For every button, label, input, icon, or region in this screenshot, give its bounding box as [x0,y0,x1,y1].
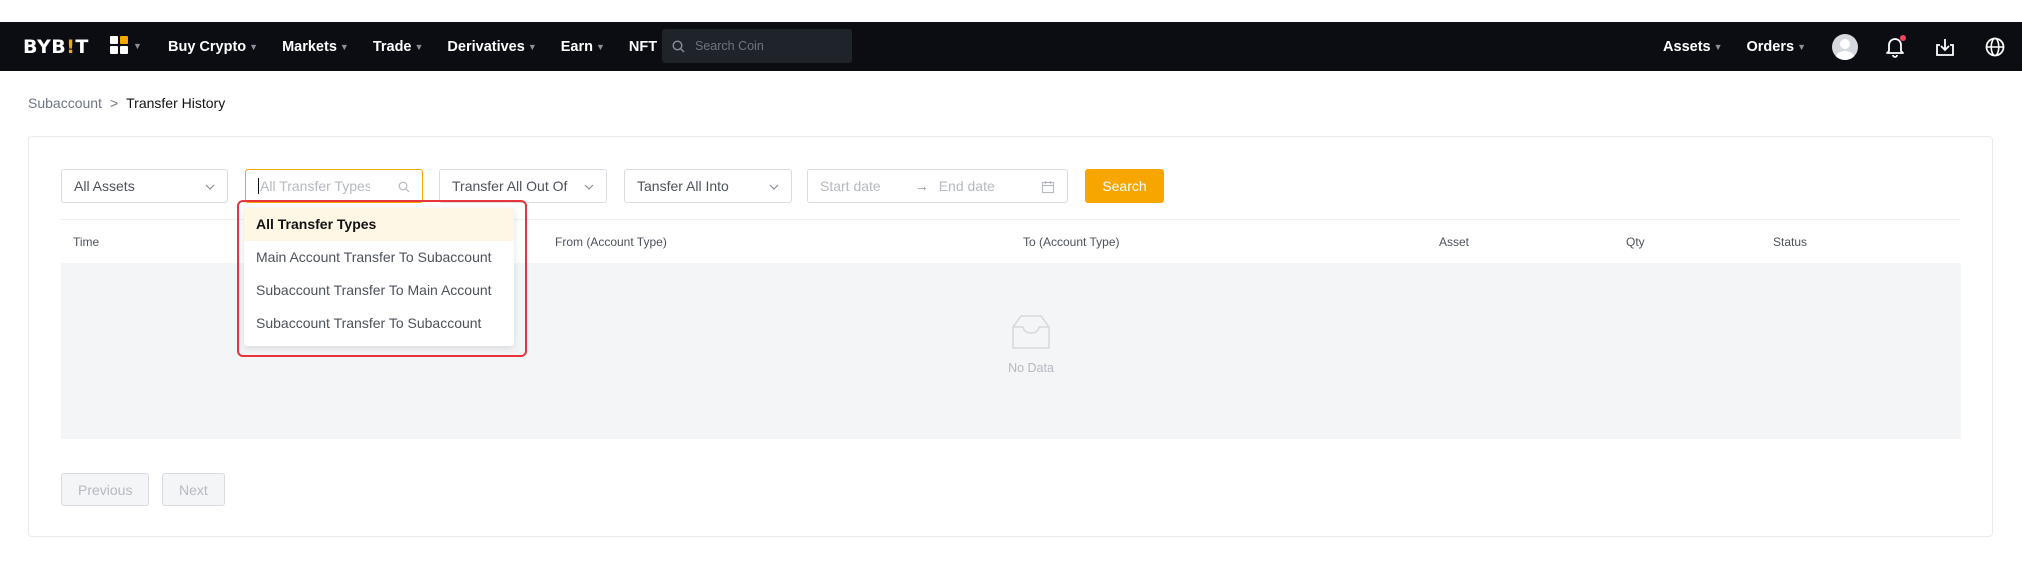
right-nav: Assets ▼ Orders ▼ [1663,22,2022,71]
transfer-out-of-select[interactable]: Transfer All Out Of [439,169,607,203]
previous-page-button[interactable]: Previous [61,473,150,506]
nav-label: Derivatives [447,38,525,55]
caret-down-icon: ▼ [249,41,259,52]
coin-search-input[interactable] [695,39,835,53]
nav-label: Buy Crypto [168,38,247,55]
download-icon [1936,38,1954,56]
next-page-button[interactable]: Next [162,473,225,506]
nav-label: Markets [282,38,337,55]
avatar-icon [1832,33,1858,60]
nav-orders[interactable]: Orders ▼ [1747,39,1806,55]
search-button[interactable]: Search [1085,169,1164,203]
nav-label: NFT [628,38,658,55]
transfer-into-value: Tansfer All Into [637,178,729,194]
notification-badge [1900,34,1906,41]
nav-derivatives[interactable]: Derivatives ▼ [447,39,536,55]
bybit-logo[interactable]: BYB! T [23,22,89,71]
dropdown-option-main-to-subaccount[interactable]: Main Account Transfer To Subaccount [244,241,514,274]
breadcrumb-current: Transfer History [126,95,226,111]
nav-nft[interactable]: NFT [629,39,657,55]
nav-label: Earn [560,38,593,55]
transfer-type-select[interactable] [245,169,423,203]
transfer-type-dropdown: All Transfer Types Main Account Transfer… [244,208,514,346]
nav-assets[interactable]: Assets ▼ [1663,39,1722,55]
account-button[interactable] [1830,32,1860,62]
caret-down-icon: ▼ [339,41,349,52]
dropdown-option-subaccount-to-main[interactable]: Subaccount Transfer To Main Account [244,274,514,307]
breadcrumb: Subaccount > Transfer History [28,95,225,111]
start-date-input[interactable]: Start date [820,178,881,194]
coin-search-box[interactable] [662,29,852,63]
caret-down-icon: ▼ [133,40,142,51]
chevron-down-icon [584,184,594,190]
nav-trade[interactable]: Trade ▼ [373,39,424,55]
caret-down-icon: ▼ [595,41,605,52]
asset-select-value: All Assets [74,178,135,194]
dropdown-option-all-transfer-types[interactable]: All Transfer Types [244,208,514,241]
nav-buy-crypto[interactable]: Buy Crypto ▼ [168,39,258,55]
caret-down-icon: ▼ [1713,41,1723,52]
nav-markets[interactable]: Markets ▼ [282,39,349,55]
calendar-icon [1041,181,1055,194]
nav-earn[interactable]: Earn ▼ [561,39,605,55]
column-header-from: From (Account Type) [555,235,667,249]
notifications-button[interactable] [1880,32,1910,62]
language-button[interactable] [1980,32,2010,62]
dropdown-option-subaccount-to-subaccount[interactable]: Subaccount Transfer To Subaccount [244,307,514,340]
nav-label: Orders [1746,38,1795,55]
apps-menu-button[interactable]: ▼ [110,36,142,55]
logo-text-end: T [75,35,89,58]
asset-select[interactable]: All Assets [61,169,228,203]
caret-down-icon: ▼ [1797,41,1806,52]
column-header-status: Status [1773,235,1808,249]
apps-grid-icon [110,36,129,55]
logo-text-bang: ! [66,35,76,58]
text-cursor [258,178,259,194]
caret-down-icon: ▼ [414,41,424,52]
column-header-qty: Qty [1626,235,1645,249]
transfer-into-select[interactable]: Tansfer All Into [624,169,792,203]
no-data-text: No Data [1008,361,1054,375]
date-range-picker[interactable]: Start date → End date [807,169,1068,203]
transfer-out-of-value: Transfer All Out Of [452,178,568,194]
search-icon [398,181,410,193]
chevron-down-icon [769,184,779,190]
transfer-type-search-input[interactable] [260,178,370,194]
breadcrumb-subaccount-link[interactable]: Subaccount [28,95,102,111]
nav-label: Assets [1663,38,1711,55]
chevron-down-icon [205,184,215,190]
download-button[interactable] [1930,32,1960,62]
column-header-asset: Asset [1439,235,1470,249]
arrow-right-icon: → [914,178,929,194]
empty-inbox-icon [1012,315,1050,349]
end-date-input[interactable]: End date [939,178,995,194]
column-header-to: To (Account Type) [1023,235,1120,249]
column-header-time: Time [73,235,100,249]
logo-text-start: BYB [23,35,67,58]
caret-down-icon: ▼ [527,41,537,52]
breadcrumb-separator: > [109,95,119,111]
globe-icon [1985,37,2005,56]
top-nav-bar: BYB! T ▼ Buy Crypto ▼ Markets ▼ Trade ▼ Deri… [0,22,2022,71]
main-nav: Buy Crypto ▼ Markets ▼ Trade ▼ Derivatives ▼… [168,22,657,71]
empty-state: No Data [991,313,1071,375]
search-icon [672,39,685,52]
nav-label: Trade [372,38,412,55]
